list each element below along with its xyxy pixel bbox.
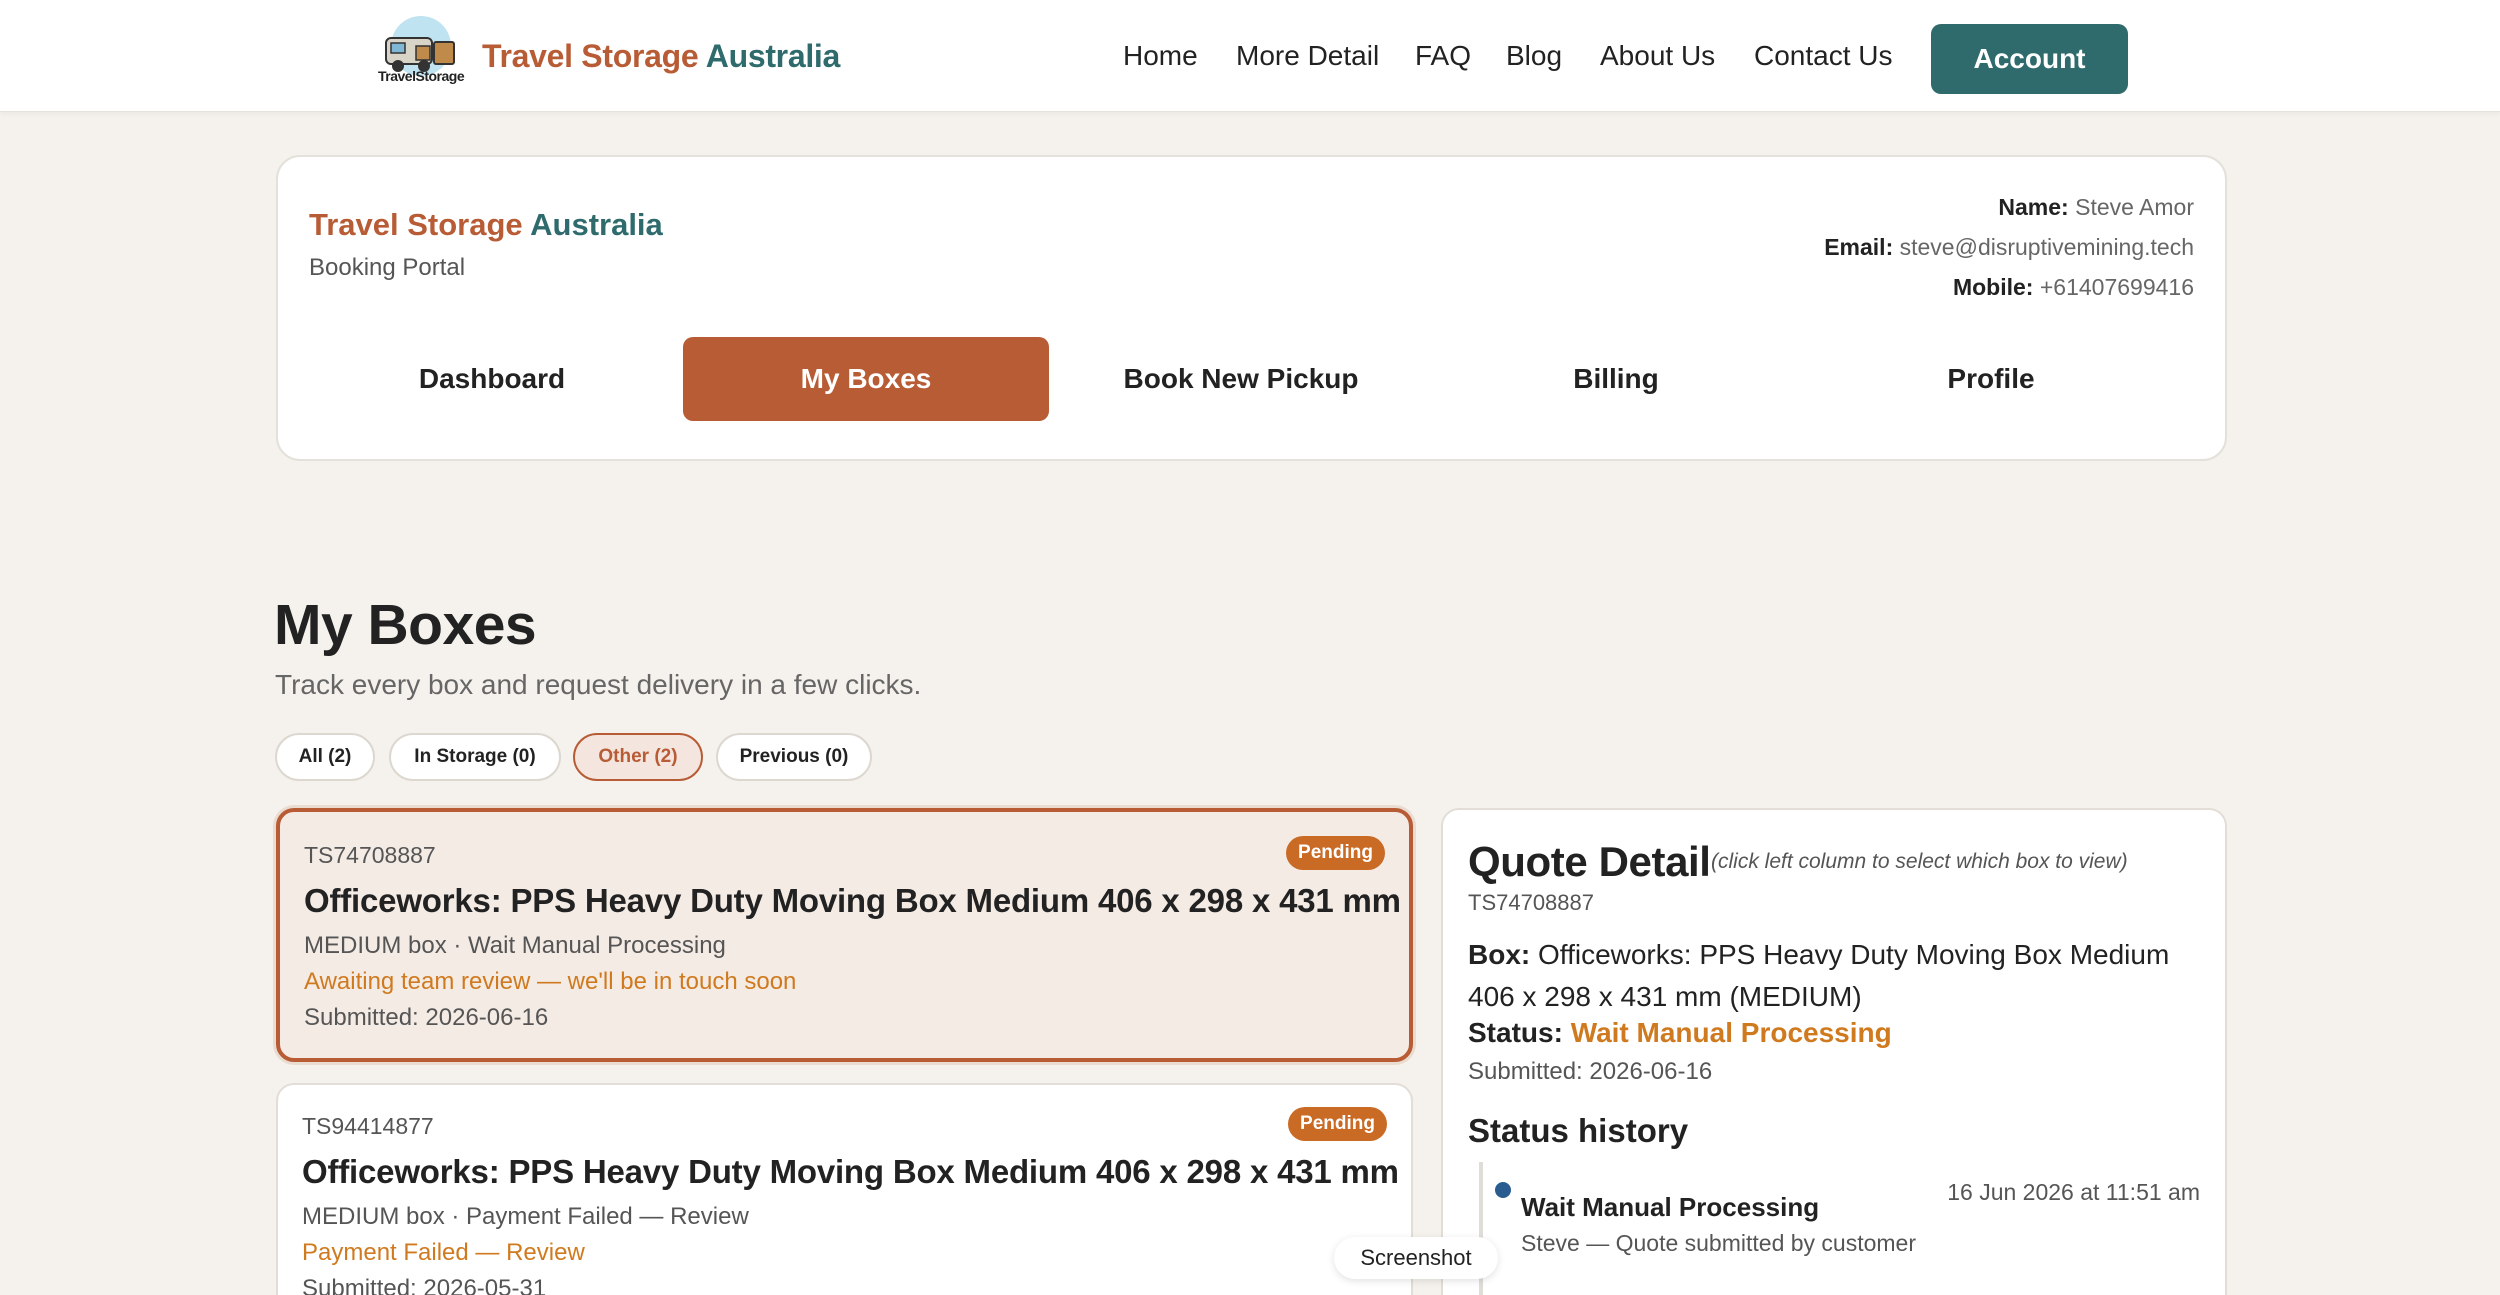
- user-email-row: Email: steve@disruptivemining.tech: [1824, 227, 2194, 267]
- box-note: Payment Failed — Review: [302, 1239, 585, 1266]
- box-title: Officeworks: PPS Heavy Duty Moving Box M…: [302, 1153, 1399, 1190]
- status-history-title: Status history: [1468, 1112, 1689, 1149]
- portal-brand: Travel Storage Australia: [309, 207, 663, 243]
- timeline-dot-icon: [1495, 1182, 1511, 1198]
- quote-detail-title: Quote Detail: [1468, 838, 1711, 885]
- tab-profile[interactable]: Profile: [1808, 337, 2174, 421]
- tab-my-boxes[interactable]: My Boxes: [683, 337, 1049, 421]
- box-submitted: Submitted: 2026-06-16: [304, 1004, 549, 1031]
- user-mobile-label: Mobile:: [1952, 274, 2034, 300]
- tab-billing[interactable]: Billing: [1433, 337, 1799, 421]
- portal-tabs: Dashboard My Boxes Book New Pickup Billi…: [309, 337, 2183, 421]
- filter-all[interactable]: All (2): [275, 733, 375, 781]
- history-actor: Steve — Quote submitted by customer: [1521, 1230, 1917, 1256]
- filter-other[interactable]: Other (2): [573, 733, 703, 781]
- portal-brand-part2: Australia: [530, 207, 663, 242]
- quote-detail-hint: (click left column to select which box t…: [1711, 850, 2128, 873]
- box-id: TS74708887: [304, 842, 436, 868]
- box-submitted: Submitted: 2026-05-31: [302, 1275, 547, 1295]
- tab-book-new-pickup[interactable]: Book New Pickup: [1058, 337, 1424, 421]
- filter-previous[interactable]: Previous (0): [716, 733, 872, 781]
- quote-box-id: TS74708887: [1468, 890, 1594, 915]
- booking-portal-card: Travel Storage Australia Booking Portal …: [276, 155, 2227, 461]
- logo-wordmark: TravelStorage: [378, 68, 465, 84]
- user-name-row: Name: Steve Amor: [1824, 187, 2194, 227]
- quote-box-label: Box:: [1468, 939, 1531, 970]
- status-badge: Pending: [1286, 836, 1385, 870]
- nav-link-blog[interactable]: Blog: [1506, 40, 1562, 72]
- nav-link-about-us[interactable]: About Us: [1600, 40, 1715, 72]
- user-mobile: +61407699416: [2039, 274, 2194, 300]
- quote-detail-panel: Quote Detail (click left column to selec…: [1441, 808, 2227, 1295]
- status-badge: Pending: [1288, 1107, 1387, 1141]
- box-meta: MEDIUM box · Payment Failed — Review: [302, 1203, 749, 1230]
- top-navbar: TravelStorage Travel Storage Australia H…: [0, 0, 2500, 112]
- nav-link-contact-us[interactable]: Contact Us: [1754, 40, 1893, 72]
- user-name: Steve Amor: [2075, 194, 2194, 220]
- portal-subtitle: Booking Portal: [309, 254, 466, 281]
- page-subtitle: Track every box and request delivery in …: [275, 669, 922, 700]
- quote-status-row: Status: Wait Manual Processing: [1468, 1017, 1892, 1049]
- brand-name-part2: Australia: [705, 38, 841, 74]
- user-email-label: Email:: [1824, 234, 1894, 260]
- history-status: Wait Manual Processing: [1521, 1192, 1820, 1222]
- quote-status-label: Status:: [1468, 1017, 1563, 1048]
- box-card[interactable]: TS94414877 Pending Officeworks: PPS Heav…: [276, 1083, 1413, 1295]
- box-id: TS94414877: [302, 1113, 434, 1139]
- tab-dashboard[interactable]: Dashboard: [309, 337, 675, 421]
- box-note: Awaiting team review — we'll be in touch…: [304, 968, 797, 995]
- user-info: Name: Steve Amor Email: steve@disruptive…: [1824, 187, 2194, 307]
- quote-submitted: Submitted: 2026-06-16: [1468, 1058, 1713, 1085]
- quote-box-row: Box: Officeworks: PPS Heavy Duty Moving …: [1468, 934, 2208, 1018]
- user-name-label: Name:: [1998, 194, 2069, 220]
- quote-box-value: Officeworks: PPS Heavy Duty Moving Box M…: [1468, 939, 2170, 1012]
- box-meta: MEDIUM box · Wait Manual Processing: [304, 932, 726, 959]
- history-date: 16 Jun 2026 at 11:51 am: [1947, 1179, 2200, 1205]
- user-mobile-row: Mobile: +61407699416: [1824, 267, 2194, 307]
- quote-status-value: Wait Manual Processing: [1570, 1017, 1892, 1048]
- filter-in-storage[interactable]: In Storage (0): [389, 733, 561, 781]
- nav-link-faq[interactable]: FAQ: [1415, 40, 1471, 72]
- brand-name[interactable]: Travel Storage Australia: [482, 38, 840, 75]
- account-button[interactable]: Account: [1931, 24, 2128, 94]
- box-card[interactable]: TS74708887 Pending Officeworks: PPS Heav…: [276, 808, 1413, 1062]
- brand-name-part1: Travel Storage: [482, 38, 699, 74]
- portal-brand-part1: Travel Storage: [309, 207, 523, 242]
- user-email: steve@disruptivemining.tech: [1899, 234, 2194, 260]
- page-title: My Boxes: [274, 593, 537, 657]
- box-title: Officeworks: PPS Heavy Duty Moving Box M…: [304, 882, 1401, 919]
- screenshot-tooltip[interactable]: Screenshot: [1334, 1237, 1498, 1279]
- nav-link-more-detail[interactable]: More Detail: [1236, 40, 1379, 72]
- nav-link-home[interactable]: Home: [1123, 40, 1198, 72]
